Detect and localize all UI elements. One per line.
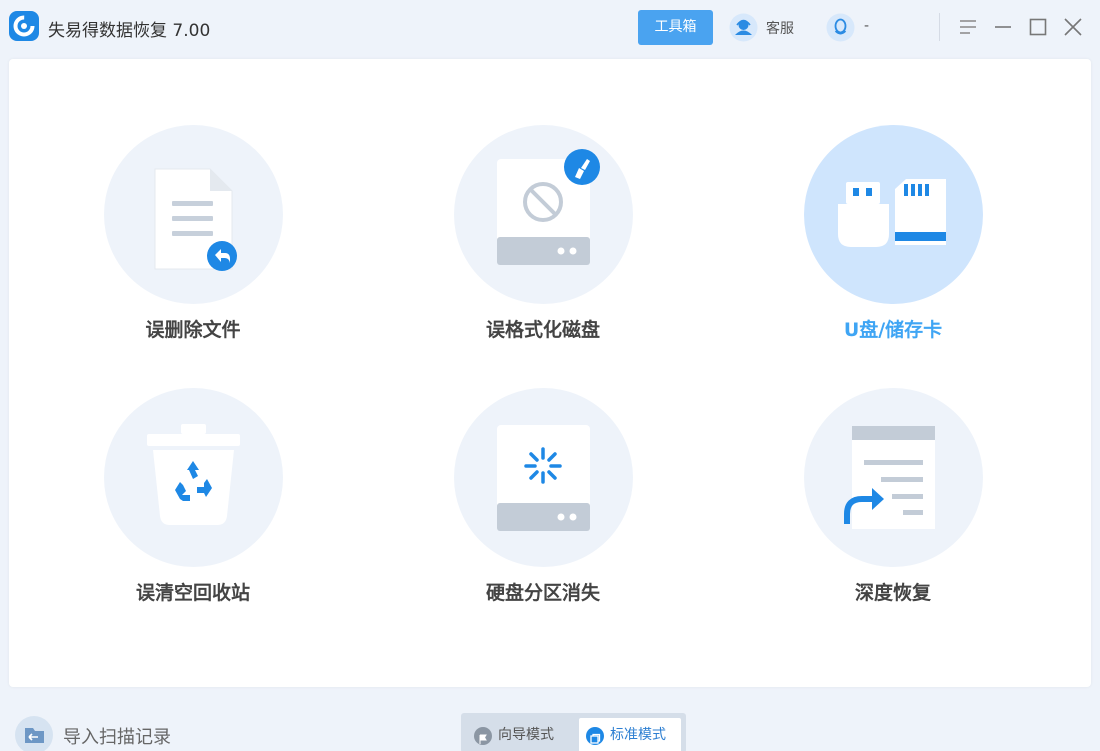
tile-icon-background bbox=[804, 388, 983, 567]
recovery-options-panel: 误删除文件 误格式化磁盘 U盘/储存卡 误清空回收站 硬盘分区消失 深度恢复 bbox=[9, 59, 1091, 687]
deleted-file-icon bbox=[154, 168, 237, 271]
app-title: 失易得数据恢复 7.00 bbox=[48, 21, 211, 41]
customer-service-label[interactable]: 客服 bbox=[766, 18, 794, 38]
tile-label: 误删除文件 bbox=[145, 319, 241, 341]
qq-icon[interactable] bbox=[826, 13, 855, 42]
customer-service-icon[interactable] bbox=[729, 13, 758, 42]
tile-label: 硬盘分区消失 bbox=[485, 582, 600, 604]
standard-mode-icon bbox=[586, 727, 604, 745]
tile-label: 误格式化磁盘 bbox=[485, 319, 600, 341]
tile-recycle-bin[interactable]: 误清空回收站 bbox=[83, 388, 303, 628]
app-logo-icon bbox=[9, 11, 39, 41]
qq-account-label: - bbox=[864, 18, 870, 34]
tab-guide-mode[interactable]: 向导模式 bbox=[467, 718, 577, 751]
tile-label: 深度恢复 bbox=[854, 582, 931, 604]
tile-formatted-disk[interactable]: 误格式化磁盘 bbox=[433, 125, 653, 365]
menu-icon[interactable] bbox=[955, 14, 981, 40]
tile-icon-background bbox=[454, 388, 633, 567]
folder-import-icon bbox=[15, 716, 53, 751]
minimize-icon[interactable] bbox=[990, 14, 1016, 40]
tile-icon-background bbox=[104, 388, 283, 567]
import-scan-record-label: 导入扫描记录 bbox=[63, 727, 171, 748]
tile-lost-partition[interactable]: 硬盘分区消失 bbox=[433, 388, 653, 628]
tile-deep-recovery[interactable]: 深度恢复 bbox=[783, 388, 1003, 628]
guide-mode-icon bbox=[474, 727, 492, 745]
recycle-bin-icon bbox=[147, 424, 240, 525]
guide-mode-label: 向导模式 bbox=[498, 727, 554, 743]
tile-deleted-files[interactable]: 误删除文件 bbox=[83, 125, 303, 365]
formatted-disk-icon bbox=[497, 149, 600, 265]
lost-partition-icon bbox=[497, 425, 590, 531]
maximize-icon[interactable] bbox=[1025, 14, 1051, 40]
tile-icon-background bbox=[804, 125, 983, 304]
title-bar: 失易得数据恢复 7.00 工具箱 客服 - bbox=[0, 0, 1100, 54]
usb-sd-card-icon bbox=[838, 179, 946, 247]
tile-label: U盘/储存卡 bbox=[843, 319, 943, 341]
toolbox-button[interactable]: 工具箱 bbox=[638, 10, 713, 45]
close-icon[interactable] bbox=[1060, 14, 1086, 40]
tile-icon-background bbox=[104, 125, 283, 304]
mode-switch: 向导模式 标准模式 bbox=[461, 713, 686, 751]
standard-mode-label: 标准模式 bbox=[610, 727, 666, 743]
title-divider bbox=[939, 13, 940, 41]
tile-icon-background bbox=[454, 125, 633, 304]
tile-usb-sd-card[interactable]: U盘/储存卡 bbox=[783, 125, 1003, 365]
tile-label: 误清空回收站 bbox=[135, 582, 250, 604]
tab-standard-mode[interactable]: 标准模式 bbox=[579, 718, 681, 751]
deep-recovery-icon bbox=[844, 426, 935, 529]
